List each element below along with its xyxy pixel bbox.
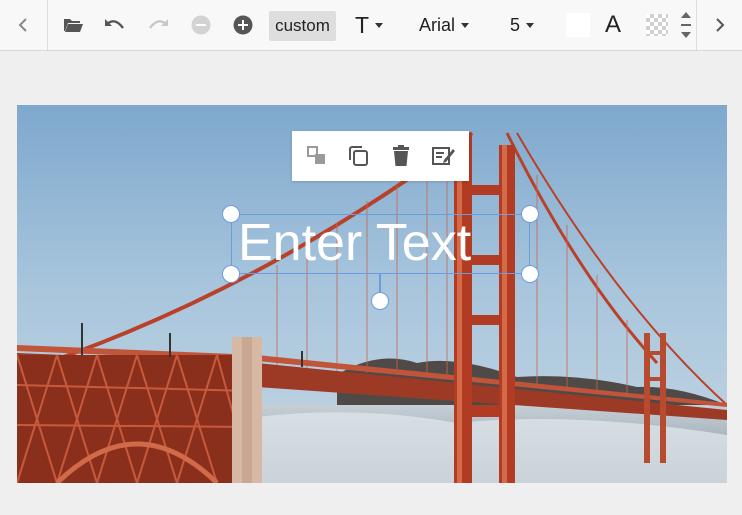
text-tool-icon: T bbox=[355, 11, 370, 38]
minus-circle-icon bbox=[191, 15, 211, 35]
arrange-icon bbox=[307, 146, 325, 164]
redo-button[interactable] bbox=[143, 0, 173, 50]
font-size-value: 5 bbox=[510, 14, 521, 35]
open-file-button[interactable] bbox=[58, 0, 88, 50]
scroll-right-button[interactable] bbox=[697, 0, 742, 50]
resize-handle-top-right[interactable] bbox=[521, 205, 539, 223]
chevron-left-icon bbox=[18, 18, 27, 32]
rotation-stem bbox=[379, 274, 381, 293]
caret-down-icon bbox=[461, 22, 470, 28]
duplicate-button[interactable] bbox=[337, 131, 381, 181]
zoom-in-button[interactable] bbox=[228, 0, 258, 50]
fill-color-swatch bbox=[566, 13, 590, 37]
font-family-dropdown[interactable]: Arial bbox=[419, 0, 470, 50]
text-color-icon: A bbox=[604, 11, 621, 38]
object-context-menu bbox=[292, 131, 469, 181]
undo-icon bbox=[105, 19, 124, 29]
rotation-handle[interactable] bbox=[371, 292, 389, 310]
caret-down-icon bbox=[375, 22, 384, 28]
toolbar: custom T Arial 5 A bbox=[0, 0, 742, 51]
selection-box[interactable] bbox=[231, 214, 530, 274]
undo-button[interactable] bbox=[100, 0, 130, 50]
resize-handle-bottom-left[interactable] bbox=[222, 265, 240, 283]
layer-order-stepper[interactable] bbox=[678, 0, 694, 50]
text-color-button[interactable]: A bbox=[601, 0, 625, 50]
chevron-right-icon bbox=[715, 18, 724, 32]
resize-handle-bottom-right[interactable] bbox=[521, 265, 539, 283]
zoom-preset-select[interactable]: custom bbox=[269, 11, 336, 41]
font-size-dropdown[interactable]: 5 bbox=[510, 0, 535, 50]
arrow-up-icon bbox=[681, 12, 691, 18]
resize-handle-top-left[interactable] bbox=[222, 205, 240, 223]
duplicate-icon bbox=[349, 146, 368, 166]
arrange-button[interactable] bbox=[295, 131, 339, 181]
text-tool-dropdown[interactable]: T bbox=[355, 0, 384, 50]
scroll-left-button[interactable] bbox=[0, 0, 46, 50]
caret-down-icon bbox=[526, 22, 535, 28]
zoom-out-button[interactable] bbox=[186, 0, 216, 50]
background-color-button[interactable] bbox=[645, 0, 669, 50]
redo-icon bbox=[149, 19, 168, 29]
edit-text-icon bbox=[432, 147, 455, 165]
delete-icon bbox=[393, 145, 409, 166]
arrow-down-icon bbox=[681, 32, 691, 38]
fill-color-button[interactable] bbox=[565, 0, 591, 50]
plus-circle-icon bbox=[233, 15, 253, 35]
transparent-swatch-icon bbox=[646, 14, 668, 36]
font-family-value: Arial bbox=[419, 14, 456, 35]
folder-open-icon bbox=[64, 19, 83, 32]
stepper-divider bbox=[681, 24, 691, 26]
edit-text-button[interactable] bbox=[422, 131, 466, 181]
delete-button[interactable] bbox=[379, 131, 423, 181]
